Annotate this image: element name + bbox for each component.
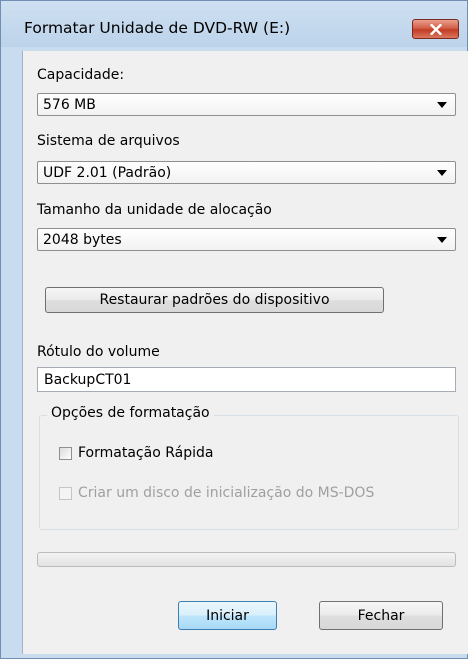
close-window-button[interactable] <box>412 19 459 39</box>
chevron-down-icon <box>437 102 447 108</box>
file-system-dropdown[interactable]: UDF 2.01 (Padrão) <box>37 161 456 184</box>
format-dialog-window: Formatar Unidade de DVD-RW (E:) Capacida… <box>0 0 468 659</box>
allocation-unit-dropdown[interactable]: 2048 bytes <box>37 228 456 251</box>
capacity-value: 576 MB <box>43 97 96 113</box>
chevron-down-icon <box>437 237 447 243</box>
format-options-title: Opções de formatação <box>47 405 214 421</box>
file-system-label: Sistema de arquivos <box>37 133 180 149</box>
volume-label-label: Rótulo do volume <box>37 344 160 360</box>
dialog-body: Capacidade: 576 MB Sistema de arquivos U… <box>22 51 468 654</box>
quick-format-checkbox-box[interactable] <box>59 446 72 460</box>
capacity-label: Capacidade: <box>37 67 125 83</box>
allocation-unit-value: 2048 bytes <box>43 232 122 248</box>
msdos-boot-disk-checkbox: Criar um disco de inicialização do MS-DO… <box>59 485 374 501</box>
volume-label-input[interactable] <box>37 367 456 392</box>
quick-format-checkbox[interactable]: Formatação Rápida <box>59 445 213 461</box>
restore-defaults-button[interactable]: Restaurar padrões do dispositivo <box>45 287 384 313</box>
format-progress-bar <box>37 552 456 567</box>
capacity-dropdown[interactable]: 576 MB <box>37 93 456 116</box>
title-bar[interactable]: Formatar Unidade de DVD-RW (E:) <box>1 1 467 47</box>
msdos-boot-disk-label: Criar um disco de inicialização do MS-DO… <box>78 485 375 501</box>
start-button[interactable]: Iniciar <box>178 601 277 630</box>
close-button[interactable]: Fechar <box>319 601 443 630</box>
quick-format-label: Formatação Rápida <box>78 445 214 461</box>
close-icon <box>429 23 442 35</box>
allocation-unit-label: Tamanho da unidade de alocação <box>37 202 272 218</box>
msdos-boot-disk-checkbox-box <box>59 486 72 500</box>
window-title: Formatar Unidade de DVD-RW (E:) <box>24 19 291 37</box>
chevron-down-icon <box>437 170 447 176</box>
file-system-value: UDF 2.01 (Padrão) <box>43 165 172 181</box>
format-options-group <box>39 415 459 530</box>
